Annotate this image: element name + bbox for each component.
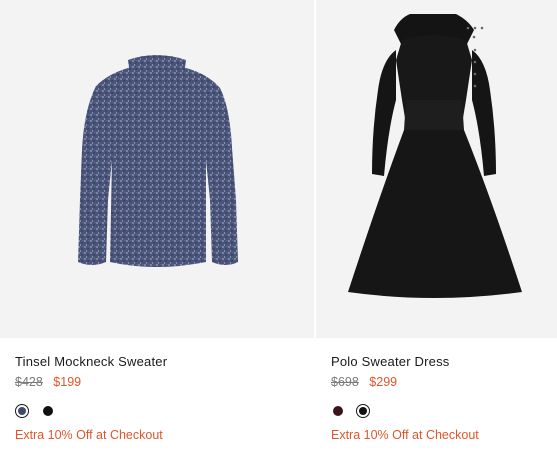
color-swatch-burgundy[interactable] — [331, 404, 345, 418]
dress-image — [348, 14, 522, 298]
sweater-image — [78, 55, 238, 267]
original-price: $428 — [15, 375, 43, 389]
original-price: $698 — [331, 375, 359, 389]
product-price: $428 $199 — [15, 375, 81, 389]
promo-text: Extra 10% Off at Checkout — [331, 428, 479, 442]
swatch-dot — [333, 406, 343, 416]
sale-price: $299 — [369, 375, 398, 389]
product-image[interactable] — [0, 0, 314, 338]
product-price: $698 $299 — [331, 375, 397, 389]
sale-price: $199 — [53, 375, 82, 389]
color-swatch-black[interactable] — [41, 404, 55, 418]
product-grid: Tinsel Mockneck Sweater $428 $199 Extra … — [0, 0, 557, 457]
product-name[interactable]: Tinsel Mockneck Sweater — [15, 354, 167, 369]
product-card[interactable]: Tinsel Mockneck Sweater $428 $199 Extra … — [0, 0, 314, 457]
product-image[interactable] — [316, 0, 557, 338]
product-card[interactable]: Polo Sweater Dress $698 $299 Extra 10% O… — [316, 0, 557, 457]
swatch-dot — [43, 406, 53, 416]
product-name[interactable]: Polo Sweater Dress — [331, 354, 449, 369]
promo-text: Extra 10% Off at Checkout — [15, 428, 163, 442]
color-swatch-navy[interactable] — [15, 404, 29, 418]
color-swatch-black[interactable] — [356, 404, 370, 418]
swatch-dot — [18, 407, 26, 415]
swatch-dot — [359, 407, 367, 415]
